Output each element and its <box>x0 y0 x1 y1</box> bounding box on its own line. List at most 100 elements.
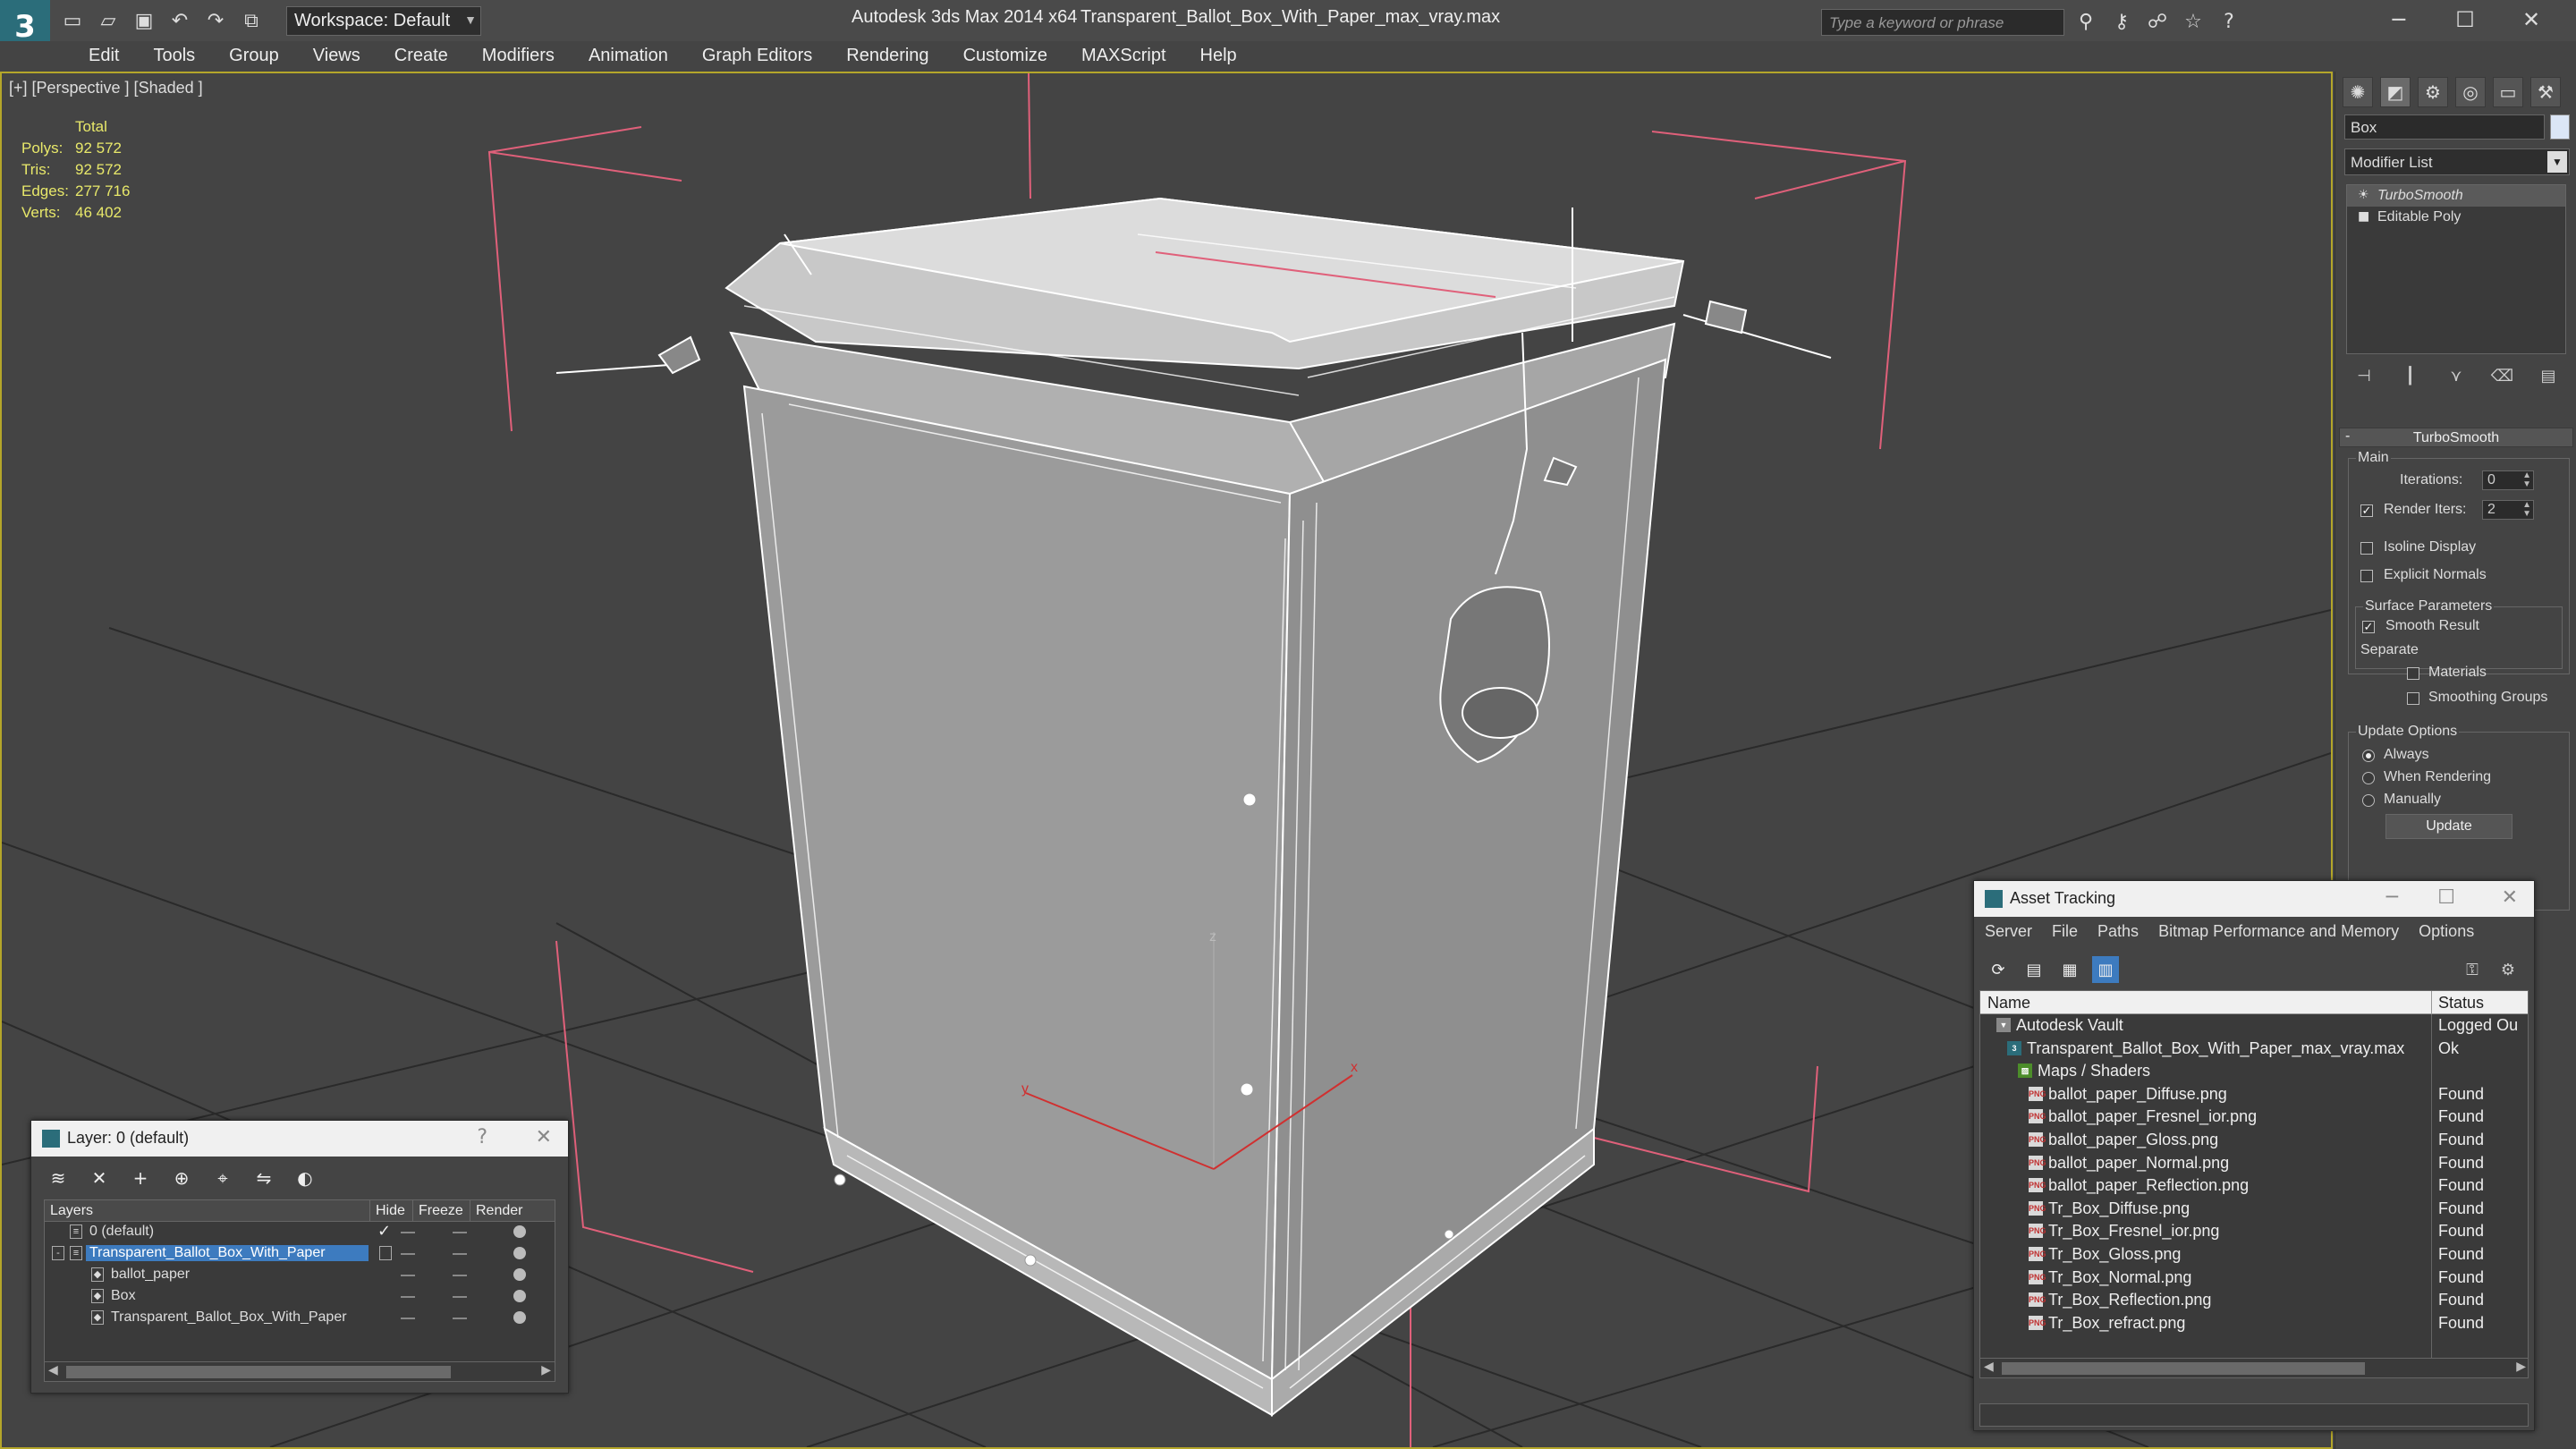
column-layers[interactable]: Layers <box>45 1200 370 1221</box>
add-to-layer-icon[interactable]: ⊕ <box>167 1165 196 1191</box>
freeze-toggle-icon[interactable] <box>453 1275 467 1276</box>
layer-row[interactable]: ≡ 0 (default) ✓ <box>45 1222 555 1243</box>
scroll-right-icon[interactable]: ▶ <box>541 1363 551 1377</box>
column-hide[interactable]: Hide <box>370 1200 413 1221</box>
asset-row[interactable]: PNG Tr_Box_Gloss.png Found <box>1980 1243 2528 1267</box>
new-file-icon[interactable]: ▭ <box>59 7 86 34</box>
layer-row[interactable]: ◆ ballot_paper <box>45 1265 555 1286</box>
workspace-dropdown[interactable]: Workspace: Default ▼ <box>286 6 481 36</box>
project-icon[interactable]: ⧉ <box>238 7 265 34</box>
explicit-normals-checkbox[interactable] <box>2360 570 2373 582</box>
menu-create[interactable]: Create <box>377 41 465 72</box>
minimize-icon[interactable]: ─ <box>2386 886 2398 909</box>
create-icon[interactable]: ✺ <box>2343 77 2373 107</box>
hide-toggle-icon[interactable] <box>401 1275 415 1276</box>
delete-layer-icon[interactable]: ✕ <box>85 1165 114 1191</box>
asset-menu-options[interactable]: Options <box>2419 922 2474 941</box>
display-icon[interactable]: ▭ <box>2493 77 2523 107</box>
materials-checkbox[interactable] <box>2407 667 2419 680</box>
maximize-button[interactable]: ☐ <box>2435 4 2496 36</box>
modify-icon[interactable]: ◩ <box>2380 77 2411 107</box>
column-freeze[interactable]: Freeze <box>413 1200 470 1221</box>
hide-all-icon[interactable]: ◐ <box>291 1165 319 1191</box>
modifier-list-dropdown[interactable]: Modifier List ▼ <box>2344 148 2570 175</box>
asset-row[interactable]: PNG ballot_paper_Diffuse.png Found <box>1980 1083 2528 1106</box>
select-objects-icon[interactable]: ⌖ <box>208 1165 237 1191</box>
close-button[interactable]: ✕ <box>2501 4 2562 36</box>
menu-group[interactable]: Group <box>212 41 296 72</box>
always-radio[interactable] <box>2362 750 2375 762</box>
smooth-result-checkbox[interactable]: ✓ <box>2362 621 2375 633</box>
make-unique-icon[interactable]: ⋎ <box>2444 363 2469 388</box>
column-name[interactable]: Name <box>1987 994 2030 1013</box>
render-iters-checkbox[interactable]: ✓ <box>2360 504 2373 517</box>
menu-graph-editors[interactable]: Graph Editors <box>685 41 829 72</box>
close-icon[interactable]: ✕ <box>2502 886 2518 909</box>
update-button[interactable]: Update <box>2385 814 2512 839</box>
menu-tools[interactable]: Tools <box>136 41 212 72</box>
freeze-toggle-icon[interactable] <box>453 1296 467 1298</box>
hide-toggle-icon[interactable] <box>401 1296 415 1298</box>
remove-modifier-icon[interactable]: ⌫ <box>2490 363 2515 388</box>
detail-view-icon[interactable]: ▦ <box>2056 956 2083 983</box>
render-toggle-icon[interactable] <box>513 1268 526 1281</box>
table-view-icon[interactable]: ▥ <box>2092 956 2119 983</box>
binoculars-icon[interactable]: ⚲ <box>2073 9 2098 34</box>
layer-row[interactable]: ◆ Transparent_Ballot_Box_With_Paper <box>45 1308 555 1329</box>
scroll-thumb[interactable] <box>66 1366 451 1378</box>
motion-icon[interactable]: ◎ <box>2455 77 2486 107</box>
asset-row[interactable]: PNG Tr_Box_refract.png Found <box>1980 1312 2528 1335</box>
asset-row[interactable]: ▨ Maps / Shaders <box>1980 1060 2528 1083</box>
hierarchy-icon[interactable]: ⚙ <box>2418 77 2448 107</box>
save-icon[interactable]: ▣ <box>131 7 157 34</box>
scroll-right-icon[interactable]: ▶ <box>2516 1360 2526 1374</box>
scroll-left-icon[interactable]: ◀ <box>48 1363 58 1377</box>
isoline-display-checkbox[interactable] <box>2360 542 2373 555</box>
render-toggle-icon[interactable] <box>513 1311 526 1324</box>
spinner-arrows-icon[interactable]: ▲ ▼ <box>2522 501 2531 519</box>
column-separator[interactable] <box>2431 991 2432 1014</box>
viewport-label[interactable]: [+] [Perspective ] [Shaded ] <box>9 79 203 97</box>
menu-customize[interactable]: Customize <box>946 41 1064 72</box>
menu-modifiers[interactable]: Modifiers <box>465 41 572 72</box>
search-input[interactable]: Type a keyword or phrase <box>1821 9 2064 36</box>
asset-row[interactable]: PNG Tr_Box_Normal.png Found <box>1980 1267 2528 1290</box>
pin-stack-icon[interactable]: ⊣ <box>2351 363 2377 388</box>
asset-row[interactable]: 3 Transparent_Ballot_Box_With_Paper_max_v… <box>1980 1038 2528 1061</box>
vault-options-icon[interactable]: ⚙ <box>2495 956 2521 983</box>
vault-login-icon[interactable]: ⚿ <box>2459 956 2486 983</box>
close-icon[interactable]: ✕ <box>536 1126 552 1148</box>
render-toggle-icon[interactable] <box>513 1247 526 1259</box>
layer-box-icon[interactable] <box>379 1246 392 1260</box>
help-icon[interactable]: ? <box>477 1126 487 1148</box>
menu-help[interactable]: Help <box>1183 41 1254 72</box>
hide-toggle-icon[interactable] <box>401 1253 415 1255</box>
smoothing-groups-checkbox[interactable] <box>2407 692 2419 705</box>
render-toggle-icon[interactable] <box>513 1225 526 1238</box>
asset-row[interactable]: PNG Tr_Box_Fresnel_ior.png Found <box>1980 1220 2528 1243</box>
show-end-result-icon[interactable]: ┃ <box>2398 363 2423 388</box>
column-render[interactable]: Render <box>470 1200 528 1221</box>
hide-toggle-icon[interactable] <box>401 1232 415 1233</box>
asset-path-field[interactable] <box>1979 1403 2529 1427</box>
iterations-spinner[interactable]: 0 ▲ ▼ <box>2482 470 2534 490</box>
menu-edit[interactable]: Edit <box>72 41 136 72</box>
freeze-toggle-icon[interactable] <box>453 1253 467 1255</box>
minimize-button[interactable]: ─ <box>2368 4 2429 36</box>
asset-menu-paths[interactable]: Paths <box>2097 922 2139 941</box>
active-layer-check-icon[interactable]: ✓ <box>377 1222 391 1241</box>
asset-menu-file[interactable]: File <box>2052 922 2078 941</box>
layer-manager-icon[interactable]: ≋ <box>44 1165 72 1191</box>
utilities-icon[interactable]: ⚒ <box>2530 77 2561 107</box>
key-icon[interactable]: ⚷ <box>2109 9 2134 34</box>
layer-row[interactable]: - ≡ Transparent_Ballot_Box_With_Paper <box>45 1243 555 1265</box>
menu-views[interactable]: Views <box>296 41 377 72</box>
stack-item-editable-poly[interactable]: ■ Editable Poly <box>2347 207 2565 228</box>
menu-rendering[interactable]: Rendering <box>829 41 945 72</box>
people-icon[interactable]: ☍ <box>2145 9 2170 34</box>
asset-window-titlebar[interactable]: Asset Tracking ─ ☐ ✕ <box>1974 881 2534 917</box>
object-color-swatch[interactable] <box>2550 114 2570 140</box>
collapse-icon[interactable]: - <box>52 1246 64 1260</box>
maximize-icon[interactable]: ☐ <box>2437 886 2455 909</box>
layer-window-titlebar[interactable]: Layer: 0 (default) ? ✕ <box>31 1121 568 1157</box>
